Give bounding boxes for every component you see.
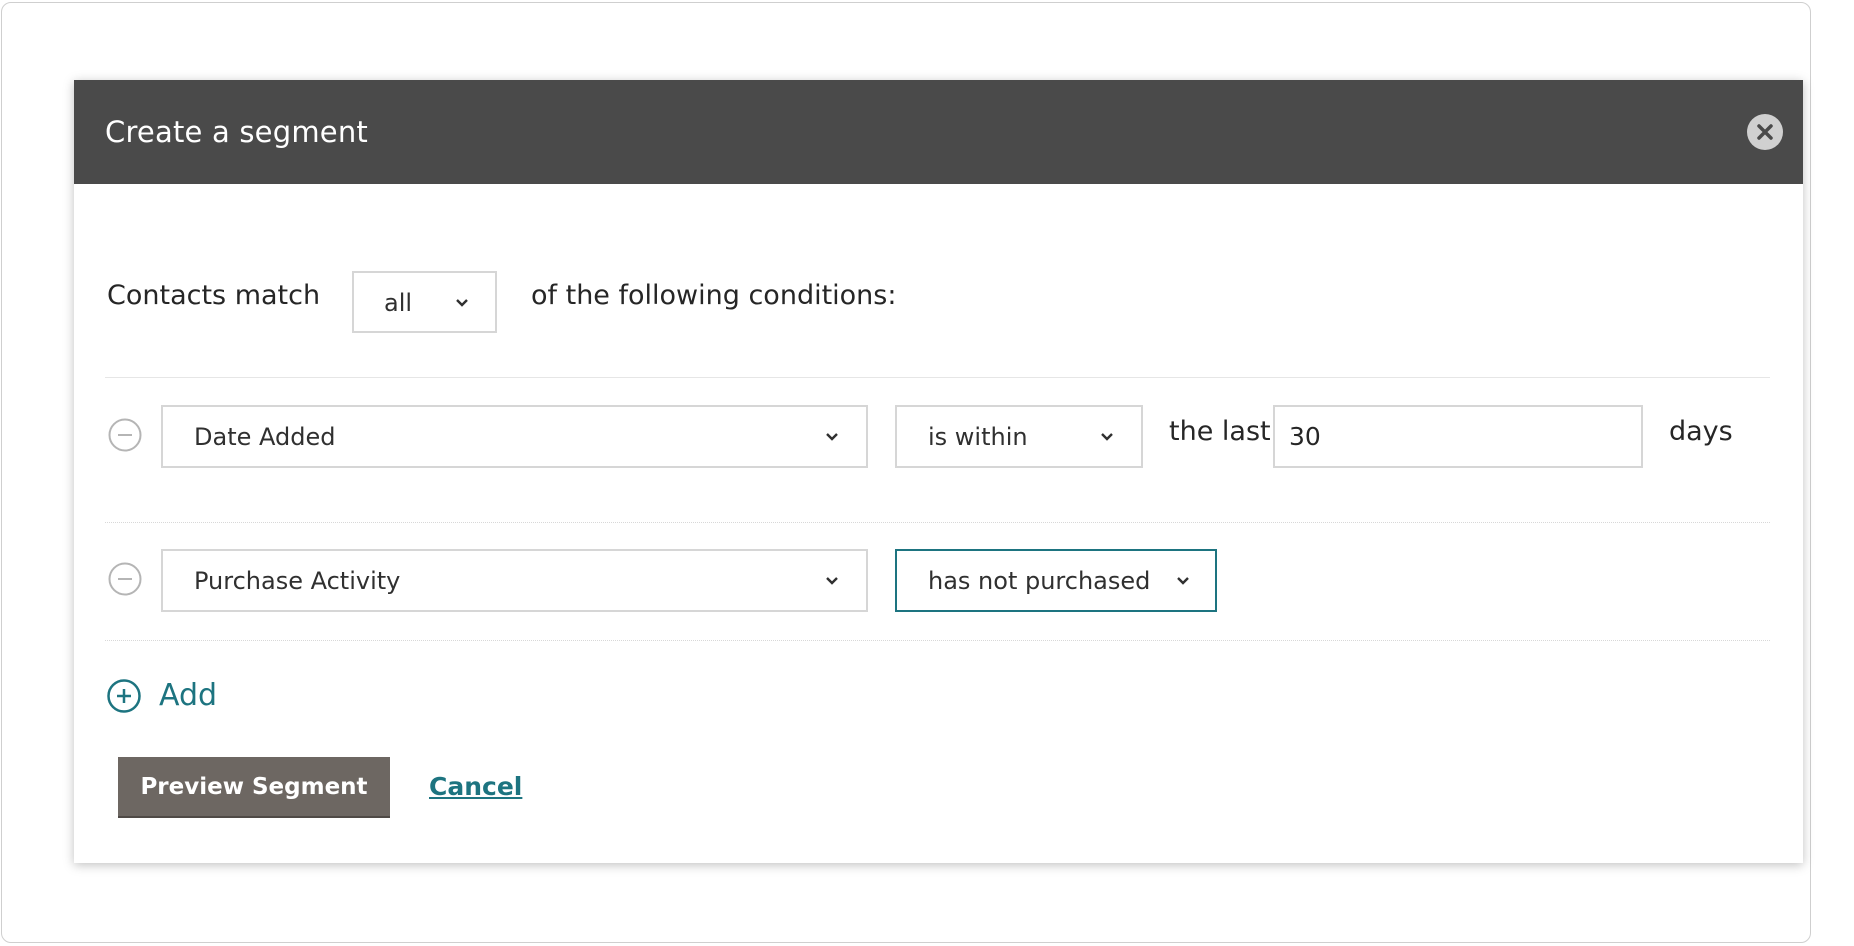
condition-1-pre-value-label: the last [1169, 416, 1271, 447]
condition-2-field-value: Purchase Activity [194, 567, 401, 595]
chevron-down-icon [826, 433, 838, 441]
divider [105, 377, 1770, 378]
condition-2-operator-value: has not purchased [928, 567, 1151, 595]
condition-1-unit-label: days [1669, 416, 1733, 447]
modal-title: Create a segment [105, 115, 368, 149]
condition-1-operator-select[interactable]: is within [895, 405, 1143, 468]
condition-1-operator-value: is within [928, 423, 1028, 451]
add-condition-label: Add [159, 678, 218, 713]
remove-condition-1-button[interactable] [108, 418, 142, 452]
condition-2-operator-select[interactable]: has not purchased [895, 549, 1217, 612]
chevron-down-icon [1101, 433, 1113, 441]
chevron-down-icon [1177, 577, 1189, 585]
plus-circle-icon [107, 679, 141, 713]
condition-2-field-select[interactable]: Purchase Activity [161, 549, 868, 612]
divider [105, 522, 1770, 523]
condition-1-field-value: Date Added [194, 423, 336, 451]
divider [105, 640, 1770, 641]
match-suffix-label: of the following conditions: [531, 280, 897, 311]
preview-segment-button[interactable]: Preview Segment [118, 757, 390, 818]
chevron-down-icon [826, 577, 838, 585]
cancel-link[interactable]: Cancel [429, 770, 522, 804]
close-icon [1757, 124, 1773, 140]
modal-header: Create a segment [74, 80, 1803, 184]
chevron-down-icon [456, 299, 468, 307]
close-button[interactable] [1747, 114, 1783, 150]
condition-1-value-input[interactable] [1273, 405, 1643, 468]
match-type-value: all [384, 289, 413, 317]
match-prefix-label: Contacts match [107, 280, 321, 311]
remove-condition-2-button[interactable] [108, 562, 142, 596]
match-type-select[interactable]: all [352, 271, 497, 333]
condition-1-field-select[interactable]: Date Added [161, 405, 868, 468]
create-segment-modal: Create a segment Contacts match all of t… [74, 80, 1803, 863]
